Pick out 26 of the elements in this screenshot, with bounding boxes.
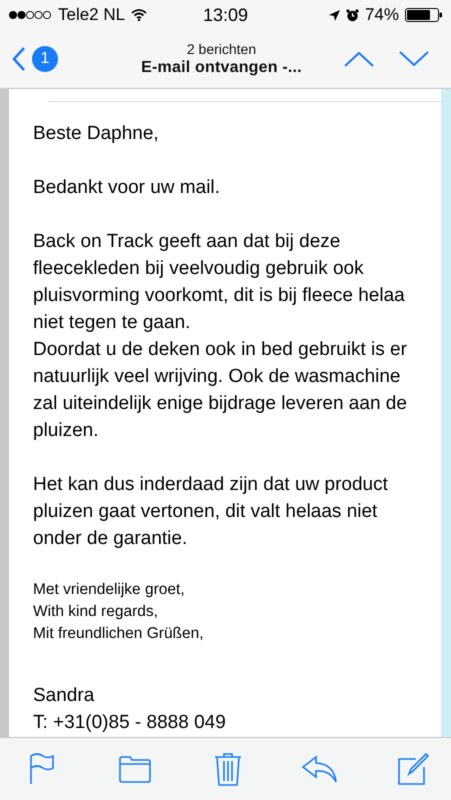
folder-icon: [118, 755, 151, 783]
location-arrow-icon: [328, 10, 340, 20]
unread-count-badge: 1: [32, 46, 58, 72]
reply-arrow-icon: [302, 755, 338, 783]
trash-icon: [214, 752, 242, 786]
signal-icon: [8, 10, 52, 20]
battery-percentage: 74%: [364, 5, 399, 25]
message-paragraph: Back on Track geeft aan dat bij deze fleecekleden bij veelvoudig gebruik ook pluisvorming voorkomt, dit is bij fleece helaa niet tegen te gaan. Doordat u de deken ook in bed gebruikt is er natuurlijk veel wrijving. Ook de wasmachine zal uiteindelijk enige bijdrage leveren aan de pluizen.: [33, 230, 408, 443]
back-button[interactable]: 1: [12, 46, 92, 72]
flag-icon: [29, 753, 55, 785]
clock-time: 13:09: [202, 4, 248, 26]
alarm-clock-icon: [346, 8, 359, 22]
email-subject: E-mail ontvangen -...: [141, 59, 302, 77]
message-paragraph: Bedankt voor uw mail.: [33, 176, 221, 200]
compose-icon: [396, 752, 430, 786]
carrier-name: Tele2 NL: [58, 5, 126, 25]
chevron-left-icon: [12, 46, 26, 72]
wifi-icon: [131, 9, 148, 21]
battery-icon: [405, 8, 443, 22]
chevron-up-icon: [344, 51, 374, 67]
message-paragraph: Beste Daphne,: [33, 122, 160, 146]
message-paragraph: Het kan dus inderdaad zijn dat uw product pluizen gaat vertonen, dit valt helaas niet onder de garantie.: [33, 473, 389, 551]
chevron-down-icon: [398, 51, 428, 67]
signature-text: Met vriendelijke groet, With kind regards, Mit freundlichen Grüßen,: [33, 580, 205, 644]
message-paragraph: Sandra T: +31(0)85 - 8888 049: [33, 684, 227, 735]
message-count: 2 berichten: [186, 41, 256, 57]
